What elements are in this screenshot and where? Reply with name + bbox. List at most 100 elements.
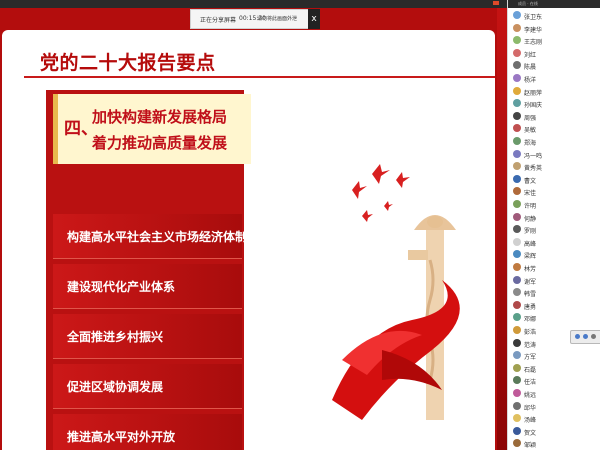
avatar: [513, 225, 521, 234]
avatar: [513, 74, 521, 82]
member-row[interactable]: 吴敏: [508, 122, 600, 135]
member-row[interactable]: 方军: [508, 349, 600, 362]
member-row[interactable]: 周强: [508, 110, 600, 123]
avatar: [513, 200, 521, 208]
shared-screen: 党的二十大报告要点 四、 加快构建新发展格局 着力推动高质量发展 构建高水平社会…: [0, 0, 507, 450]
member-row[interactable]: 唐勇: [508, 299, 600, 312]
dove-icon: [372, 164, 390, 184]
member-row[interactable]: 孙国庆: [508, 97, 600, 110]
more-icon[interactable]: [591, 334, 596, 339]
avatar: [513, 288, 521, 297]
avatar: [513, 313, 521, 322]
section-heading: 四、 加快构建新发展格局 着力推动高质量发展: [53, 94, 251, 164]
member-row[interactable]: 韩雪: [508, 286, 600, 299]
avatar: [513, 36, 521, 45]
avatar: [513, 149, 521, 158]
avatar: [513, 401, 521, 410]
section-item: 推进高水平对外开放: [53, 414, 242, 450]
avatar: [513, 162, 521, 171]
member-name: 王志刚: [524, 39, 543, 47]
avatar: [513, 351, 521, 360]
member-row[interactable]: 林芳: [508, 261, 600, 274]
dove-icon: [384, 201, 393, 211]
avatar: [513, 99, 521, 108]
member-name: 陈晨: [524, 64, 537, 72]
member-row[interactable]: 姚远: [508, 387, 600, 400]
dove-icon: [362, 210, 373, 222]
member-name: 高峰: [524, 240, 537, 248]
member-row[interactable]: 石磊: [508, 362, 600, 375]
avatar: [513, 86, 521, 95]
member-name: 唐勇: [524, 303, 537, 311]
avatar: [513, 174, 521, 183]
huabiao-ribbon-illustration: [332, 164, 460, 420]
member-row[interactable]: 许明: [508, 198, 600, 211]
member-name: 冯一鸣: [524, 152, 543, 160]
member-row[interactable]: 宋佳: [508, 185, 600, 198]
member-name: 黄秀英: [524, 165, 543, 173]
member-row[interactable]: 郑海: [508, 135, 600, 148]
share-indicator: [493, 1, 499, 5]
slide-title: 党的二十大报告要点: [40, 52, 216, 74]
member-row[interactable]: 曹文: [508, 173, 600, 186]
member-row[interactable]: 李建华: [508, 22, 600, 35]
avatar: [513, 389, 521, 397]
member-list-header: 成员 · 在线: [508, 0, 600, 8]
member-name: 贺文: [524, 429, 537, 437]
member-row[interactable]: 贺文: [508, 425, 600, 438]
member-row[interactable]: 刘红: [508, 47, 600, 60]
avatar: [513, 111, 521, 120]
share-notice-bar: 正在分享屏幕 00:15:30 请勿将此画面外泄: [190, 9, 310, 29]
avatar: [513, 187, 521, 196]
member-name: 方军: [524, 354, 537, 362]
avatar: [513, 263, 521, 271]
member-name: 许明: [524, 203, 537, 210]
member-row[interactable]: 任洁: [508, 374, 600, 387]
member-row[interactable]: 梁辉: [508, 248, 600, 261]
member-name: 孙国庆: [524, 102, 543, 110]
member-row[interactable]: 邓娜: [508, 311, 600, 324]
member-row[interactable]: 王志刚: [508, 34, 600, 47]
member-row[interactable]: 张卫东: [508, 9, 600, 22]
member-row[interactable]: 黄秀英: [508, 160, 600, 173]
member-row[interactable]: 陈晨: [508, 59, 600, 72]
member-name: 邹颖: [524, 442, 537, 450]
member-row[interactable]: 谢军: [508, 274, 600, 287]
avatar: [513, 326, 521, 334]
floating-toolbar[interactable]: [570, 330, 600, 344]
avatar: [513, 363, 521, 372]
avatar: [513, 250, 521, 259]
member-row[interactable]: 罗刚: [508, 223, 600, 236]
member-name: 郑海: [524, 140, 537, 147]
member-row[interactable]: 冯一鸣: [508, 148, 600, 161]
section-title-line1: 加快构建新发展格局: [92, 108, 228, 126]
member-row[interactable]: 何静: [508, 211, 600, 224]
slide-border-stripe: [497, 8, 507, 450]
member-row[interactable]: 赵丽萍: [508, 85, 600, 98]
member-name: 范涛: [524, 341, 537, 349]
notice-text-left: 正在分享屏幕: [200, 17, 237, 24]
member-row[interactable]: 杨洋: [508, 72, 600, 85]
member-row[interactable]: 邱华: [508, 400, 600, 413]
member-name: 张卫东: [524, 14, 543, 21]
member-name: 刘红: [524, 51, 537, 59]
avatar: [513, 376, 521, 385]
title-underline: [24, 76, 495, 78]
close-icon[interactable]: x: [308, 9, 320, 29]
avatar: [513, 23, 521, 32]
member-name: 何静: [524, 215, 537, 223]
avatar: [513, 300, 521, 309]
avatar: [513, 137, 521, 145]
share-top-bar: [0, 0, 507, 8]
member-name: 邓娜: [524, 316, 537, 324]
info-icon[interactable]: [583, 334, 588, 339]
member-name: 任洁: [524, 379, 537, 387]
dove-icon: [396, 172, 410, 188]
camera-icon[interactable]: [575, 334, 580, 339]
member-row[interactable]: 邹颖: [508, 437, 600, 450]
member-row[interactable]: 汤峰: [508, 412, 600, 425]
member-name: 吴敏: [524, 127, 537, 135]
member-row[interactable]: 高峰: [508, 236, 600, 249]
avatar: [513, 48, 521, 57]
member-name: 罗刚: [524, 228, 537, 236]
